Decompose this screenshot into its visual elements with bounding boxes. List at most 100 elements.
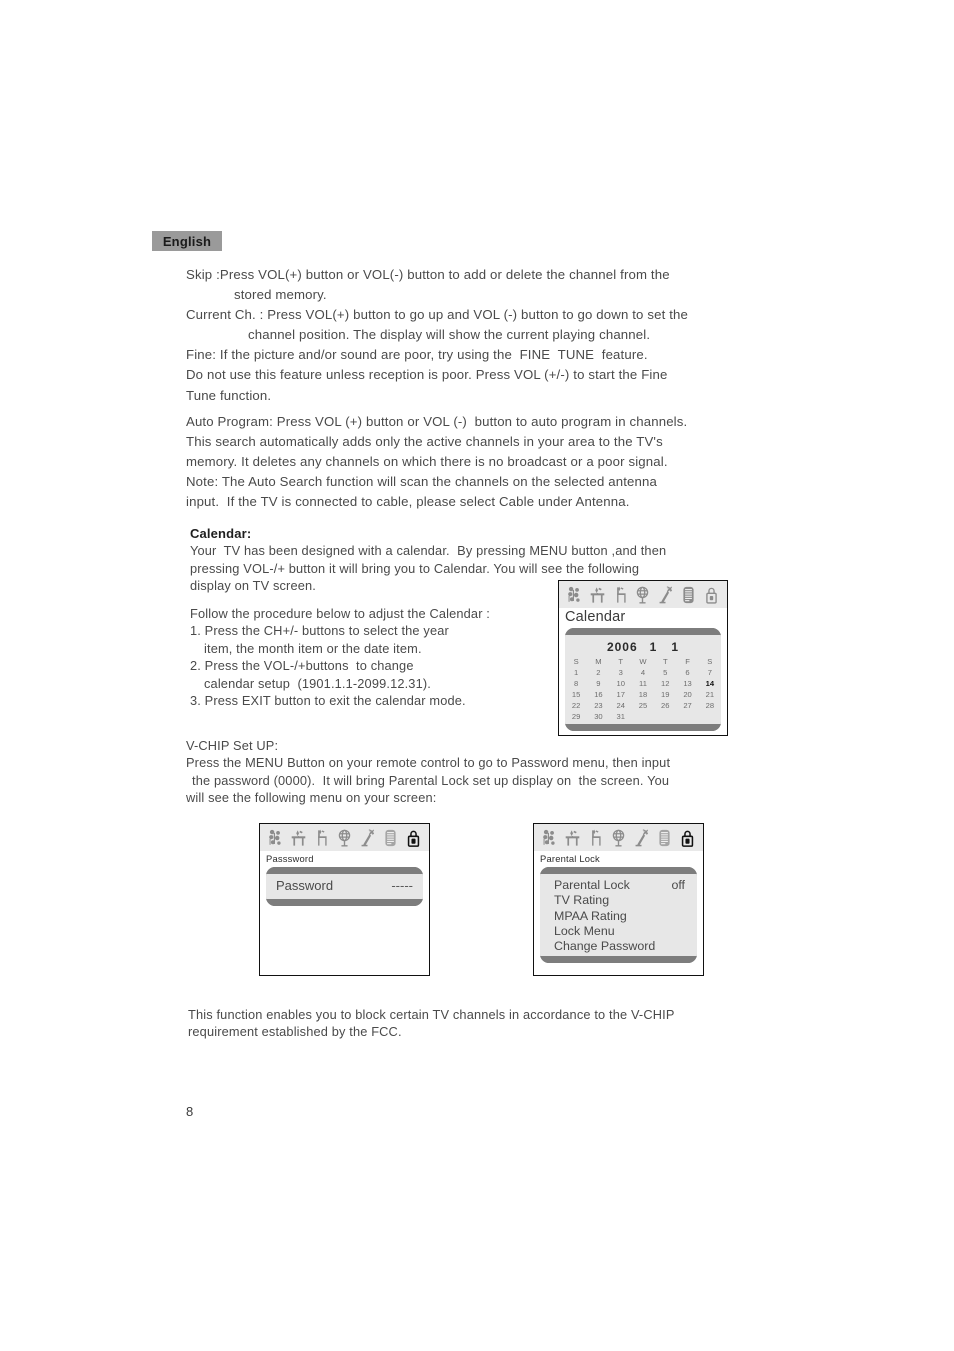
password-field-value[interactable]: ----- [391,878,413,893]
calendar-day-cell[interactable]: 12 [654,678,676,689]
page-number: 8 [186,1104,194,1119]
calendar-day-cell[interactable]: 25 [632,700,654,711]
text-line: Fine: If the picture and/or sound are po… [186,347,648,363]
calendar-day-cell[interactable]: 10 [610,678,632,689]
menu-item-label: TV Rating [554,893,610,908]
calendar-day-cell-selected[interactable]: 14 [699,678,721,689]
calendar-day-cell [654,711,676,722]
calendar-day-cell[interactable]: 15 [565,689,587,700]
password-osd-screen: Passsword Password ----- [259,823,430,976]
language-globe-icon[interactable] [336,828,353,848]
antenna-icon[interactable] [657,585,674,605]
text-line: 1. Press the CH+/- buttons to select the… [190,623,449,639]
sound-icon[interactable] [564,828,581,848]
calendar-day-cell[interactable]: 9 [587,678,609,689]
lock-icon-selected[interactable] [679,828,696,848]
sound-icon[interactable] [589,585,606,605]
lock-icon-selected[interactable] [405,828,422,848]
text-line: 2. Press the VOL-/+buttons to change [190,658,414,674]
parental-lock-panel: Parental Lock off TV Rating MPAA Rating … [540,867,697,964]
text-line: 3. Press EXIT button to exit the calenda… [190,693,466,709]
panel-top-edge [266,867,423,874]
language-globe-icon[interactable] [634,585,651,605]
vchip-setup-instructions: V-CHIP Set UP: Press the MENU Button on … [186,737,706,807]
text-line: the password (0000). It will bring Paren… [192,772,670,788]
calendar-day-cell[interactable]: 3 [610,667,632,678]
text-line: stored memory. [234,287,327,303]
calendar-week-row: 29 30 31 [565,711,721,722]
text-line: input. If the TV is connected to cable, … [186,494,630,510]
menu-item-parental-lock[interactable]: Parental Lock off [540,878,697,893]
channel-list-icon[interactable] [680,585,697,605]
calendar-year[interactable]: 2006 [607,640,638,654]
menu-item-value[interactable]: off [671,878,685,893]
osd-icon-bar [534,824,703,851]
calendar-day-cell[interactable]: 5 [654,667,676,678]
menu-item-mpaa-rating[interactable]: MPAA Rating [540,909,697,924]
menu-item-change-password[interactable]: Change Password [540,939,697,954]
calendar-day-cell[interactable]: 1 [565,667,587,678]
calendar-day-cell[interactable]: 29 [565,711,587,722]
picture-icon[interactable] [541,828,558,848]
calendar-day-cell[interactable]: 6 [676,667,698,678]
language-tab: English [152,231,222,251]
setup-icon[interactable] [313,828,330,848]
auto-program-instructions: Auto Program: Press VOL (+) button or VO… [186,412,706,512]
lock-icon[interactable] [703,585,720,605]
weekday-header: M [595,657,602,666]
text-line: Your TV has been designed with a calenda… [190,543,667,559]
menu-item-lock-menu[interactable]: Lock Menu [540,924,697,939]
calendar-day-cell[interactable]: 2 [587,667,609,678]
calendar-day-cell [632,711,654,722]
calendar-grid: S M T W T F S 1 2 3 4 5 6 7 8 9 10 11 12… [565,656,721,722]
channel-list-icon[interactable] [656,828,673,848]
calendar-day-cell[interactable]: 13 [676,678,698,689]
password-row[interactable]: Password ----- [266,876,423,897]
sound-icon[interactable] [290,828,307,848]
panel-bottom-edge [540,956,697,964]
channel-list-icon[interactable] [382,828,399,848]
weekday-header: S [707,657,713,666]
text-line: will see the following menu on your scre… [186,790,437,806]
calendar-day-cell[interactable]: 8 [565,678,587,689]
calendar-day-cell[interactable]: 28 [699,700,721,711]
calendar-day-cell[interactable]: 18 [632,689,654,700]
text-line: Press the MENU Button on your remote con… [186,755,671,771]
antenna-icon[interactable] [359,828,376,848]
text-line: Tune function. [186,387,272,403]
calendar-day-cell[interactable]: 24 [610,700,632,711]
password-osd-title: Passsword [266,853,314,864]
calendar-day-cell[interactable]: 4 [632,667,654,678]
calendar-day-cell[interactable]: 17 [610,689,632,700]
calendar-day-cell[interactable]: 19 [654,689,676,700]
calendar-day-cell[interactable]: 23 [587,700,609,711]
language-globe-icon[interactable] [610,828,627,848]
calendar-day-cell[interactable]: 22 [565,700,587,711]
text-line: calendar setup (1901.1.1-2099.12.31). [204,675,431,691]
setup-icon[interactable] [612,585,629,605]
weekday-header: W [639,657,647,666]
antenna-icon[interactable] [633,828,650,848]
calendar-day-cell[interactable]: 30 [587,711,609,722]
calendar-day-cell[interactable]: 7 [699,667,721,678]
calendar-month[interactable]: 1 [650,640,658,654]
calendar-day-cell [676,711,698,722]
setup-icon[interactable] [587,828,604,848]
osd-icon-bar [559,581,727,608]
picture-icon[interactable] [566,585,583,605]
text-line: This function enables you to block certa… [188,1007,675,1022]
calendar-day-cell[interactable]: 11 [632,678,654,689]
text-line: Do not use this feature unless reception… [186,367,668,383]
calendar-day-cell[interactable]: 21 [699,689,721,700]
menu-item-tv-rating[interactable]: TV Rating [540,893,697,908]
text-line: pressing VOL-/+ button it will bring you… [190,560,640,576]
calendar-day-cell[interactable]: 27 [676,700,698,711]
text-line: item, the month item or the date item. [204,640,422,656]
calendar-day-cell[interactable]: 31 [610,711,632,722]
parental-lock-osd-title: Parental Lock [540,853,600,864]
calendar-day-cell[interactable]: 20 [676,689,698,700]
picture-icon[interactable] [267,828,284,848]
calendar-day-cell[interactable]: 26 [654,700,676,711]
calendar-day[interactable]: 1 [671,640,679,654]
calendar-day-cell[interactable]: 16 [587,689,609,700]
